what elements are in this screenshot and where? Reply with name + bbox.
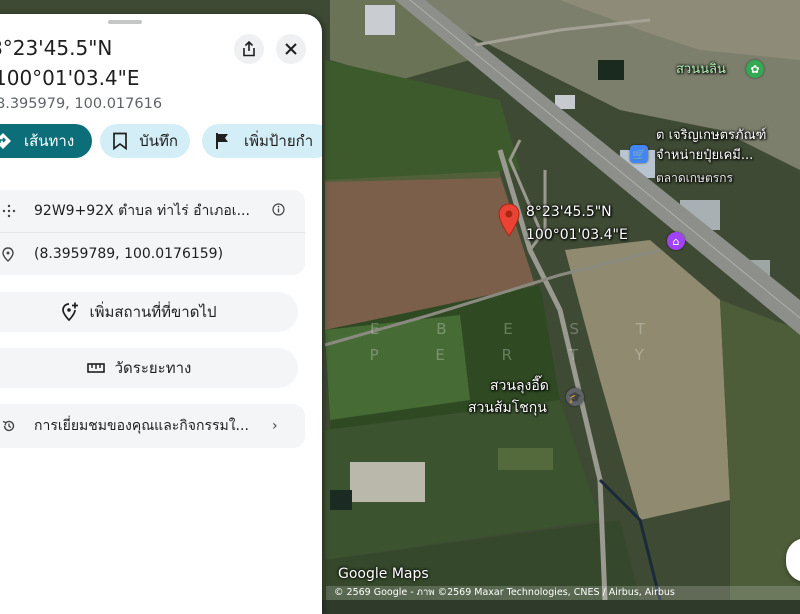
decimal-coordinates: 8.395979, 100.017616 (0, 96, 163, 112)
poi-school-label-2[interactable]: สวนส้มโชกุน (468, 400, 547, 416)
coordinate-title-lat: 8°23'45.5"N (0, 36, 113, 60)
activity-row[interactable]: การเยี่ยมชมของคุณและกิจกรรมใ... › (0, 404, 305, 448)
share-button[interactable] (234, 34, 264, 64)
activity-label: การเยี่ยมชมของคุณและกิจกรรมใ... (34, 418, 249, 434)
place-details-panel: 8°23'45.5"N 100°01'03.4"E 8.395979, 100.… (0, 14, 322, 614)
close-button[interactable] (276, 34, 306, 64)
chevron-right-icon: › (272, 418, 278, 434)
poi-park-label[interactable]: สวนนลิน (676, 62, 726, 78)
directions-button[interactable]: เส้นทาง (0, 124, 92, 158)
panel-drag-handle[interactable] (108, 20, 142, 24)
activity-card[interactable]: การเยี่ยมชมของคุณและกิจกรรมใ... › (0, 404, 305, 448)
precise-coordinates-row[interactable]: (8.3959789, 100.0176159) (0, 232, 305, 275)
flag-icon (214, 132, 234, 150)
add-label-label: เพิ่มป้ายกำ (244, 132, 314, 150)
add-missing-place-button[interactable]: เพิ่มสถานที่ที่ขาดไป (0, 292, 298, 332)
save-label: บันทึก (139, 132, 178, 150)
school-icon[interactable]: 🎓 (566, 388, 584, 406)
share-icon (243, 41, 255, 57)
location-pin-icon[interactable] (498, 203, 520, 237)
coordinate-title-lng: 100°01'03.4"E (0, 66, 140, 90)
add-location-icon (61, 302, 79, 322)
info-icon[interactable] (272, 202, 285, 220)
government-building-icon[interactable]: ⌂ (667, 232, 685, 250)
measure-distance-button[interactable]: วัดระยะทาง (0, 348, 298, 388)
pin-label-lat: 8°23'45.5"N (526, 204, 612, 220)
ruler-icon (86, 362, 105, 374)
poi-shop-label-2[interactable]: จำหน่ายปุ๋ยเคมี... (656, 148, 753, 164)
park-icon[interactable]: ✿ (746, 60, 764, 78)
google-maps-logo: Google Maps (338, 566, 429, 582)
location-info-card: 92W9+92X ตำบล ท่าไร่ อำเภอเ... (8.395978… (0, 190, 305, 275)
shopping-cart-icon[interactable]: 🛒 (630, 145, 648, 163)
plus-code-text: 92W9+92X ตำบล ท่าไร่ อำเภอเ... (34, 203, 250, 219)
measure-distance-label: วัดระยะทาง (114, 359, 192, 377)
history-icon (2, 419, 16, 433)
plus-code-row[interactable]: 92W9+92X ตำบล ท่าไร่ อำเภอเ... (0, 190, 305, 232)
plus-code-icon (2, 204, 16, 218)
add-missing-place-label: เพิ่มสถานที่ที่ขาดไป (89, 303, 217, 321)
directions-icon (0, 132, 14, 150)
bookmark-icon (112, 132, 129, 150)
map-attribution[interactable]: © 2569 Google - ภาพ ©2569 Maxar Technolo… (326, 586, 800, 600)
save-button[interactable]: บันทึก (100, 124, 190, 158)
add-label-button[interactable]: เพิ่มป้ายกำ (202, 124, 322, 158)
pin-label-lng: 100°01'03.4"E (526, 227, 628, 243)
poi-shop-label-1[interactable]: ต เจริญเกษตรภัณฑ์ (656, 128, 766, 144)
close-icon (285, 43, 297, 55)
location-marker-icon (2, 246, 16, 262)
precise-coordinates-text: (8.3959789, 100.0176159) (34, 246, 224, 262)
poi-school-label-1[interactable]: สวนลุงอี๊ด (490, 378, 549, 394)
directions-label: เส้นทาง (24, 132, 75, 150)
poi-shop-label-3[interactable]: ตลาดเกษตรกร (656, 170, 733, 186)
